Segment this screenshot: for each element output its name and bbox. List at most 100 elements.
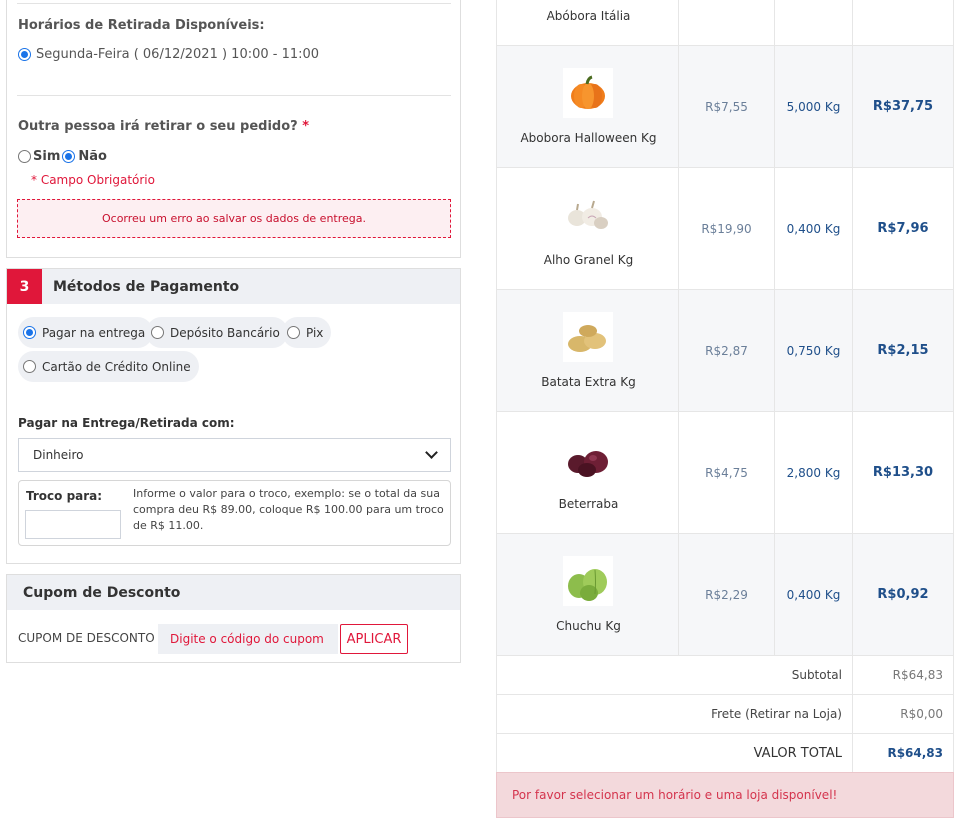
table-row: Abobora Halloween Kg R$7,55 5,000 Kg R$3… bbox=[496, 46, 954, 168]
payment-radio[interactable] bbox=[23, 360, 36, 373]
price-cell: R$7,55 bbox=[679, 46, 775, 167]
pumpkin-icon bbox=[563, 68, 613, 118]
pay-with-value: Dinheiro bbox=[33, 448, 84, 462]
payment-option-label: Pagar na entrega bbox=[42, 325, 146, 340]
payment-option-label: Pix bbox=[306, 325, 324, 340]
quantity: 0,400 Kg bbox=[786, 587, 841, 602]
payment-radio[interactable] bbox=[287, 326, 300, 339]
other-person-question-text: Outra pessoa irá retirar o seu pedido? bbox=[18, 119, 298, 134]
delivery-card: Horários de Retirada Disponíveis: Segund… bbox=[6, 0, 461, 258]
unit-price: R$2,87 bbox=[705, 343, 748, 358]
product-cell: Chuchu Kg bbox=[496, 534, 679, 655]
yes-label: Sim bbox=[33, 149, 61, 164]
product-name: Abobora Halloween Kg bbox=[520, 131, 657, 145]
qty-cell: 0,400 Kg bbox=[775, 534, 853, 655]
coupon-input[interactable]: Digite o código do cupom bbox=[158, 624, 338, 654]
qty-cell: 0,400 Kg bbox=[775, 168, 853, 289]
payment-option-pix[interactable]: Pix bbox=[282, 317, 332, 348]
coupon-card: Cupom de Desconto CUPOM DE DESCONTO Digi… bbox=[6, 574, 461, 663]
required-field-text: Campo Obrigatório bbox=[40, 173, 155, 187]
price-cell: R$19,90 bbox=[679, 168, 775, 289]
qty-cell: 5,000 Kg bbox=[775, 46, 853, 167]
table-row: Abóbora Itália bbox=[496, 0, 954, 46]
required-mark: * bbox=[31, 173, 37, 187]
product-name: Chuchu Kg bbox=[556, 619, 621, 633]
line-total: R$2,15 bbox=[877, 343, 929, 358]
payment-card: 3 Métodos de Pagamento Pagar na entrega … bbox=[6, 268, 461, 564]
total-cell: R$37,75 bbox=[853, 46, 954, 167]
step-number: 3 bbox=[7, 269, 42, 304]
product-cell: Abóbora Itália bbox=[496, 0, 679, 45]
divider bbox=[17, 95, 451, 96]
unit-price: R$19,90 bbox=[701, 221, 752, 236]
quantity: 0,750 Kg bbox=[786, 343, 841, 358]
unit-price: R$4,75 bbox=[705, 465, 748, 480]
payment-header: 3 Métodos de Pagamento bbox=[7, 269, 460, 304]
price-cell bbox=[679, 0, 775, 45]
coupon-label: CUPOM DE DESCONTO bbox=[18, 631, 155, 645]
payment-option-bank-deposit[interactable]: Depósito Bancário bbox=[146, 317, 288, 348]
apply-coupon-button[interactable]: APLICAR bbox=[340, 624, 408, 654]
qty-cell: 2,800 Kg bbox=[775, 412, 853, 533]
product-cell: Abobora Halloween Kg bbox=[496, 46, 679, 167]
potato-icon bbox=[563, 312, 613, 362]
total-cell: R$0,92 bbox=[853, 534, 954, 655]
pickup-radio[interactable] bbox=[18, 48, 31, 61]
table-row: Batata Extra Kg R$2,87 0,750 Kg R$2,15 bbox=[496, 290, 954, 412]
pickup-option-label: Segunda-Feira ( 06/12/2021 ) 10:00 - 11:… bbox=[36, 47, 320, 62]
pay-with-label: Pagar na Entrega/Retirada com: bbox=[18, 416, 235, 430]
subtotal-value: R$64,83 bbox=[853, 656, 954, 694]
payment-radio[interactable] bbox=[23, 326, 36, 339]
pickup-option[interactable]: Segunda-Feira ( 06/12/2021 ) 10:00 - 11:… bbox=[18, 47, 319, 62]
total-cell: R$13,30 bbox=[853, 412, 954, 533]
unit-price: R$2,29 bbox=[705, 587, 748, 602]
coupon-header: Cupom de Desconto bbox=[7, 575, 460, 610]
schedule-alert: Por favor selecionar um horário e uma lo… bbox=[496, 772, 954, 818]
line-total: R$13,30 bbox=[872, 465, 934, 480]
change-label: Troco para: bbox=[26, 489, 103, 503]
no-label: Não bbox=[78, 149, 107, 164]
payment-option-label: Cartão de Crédito Online bbox=[42, 359, 191, 374]
change-input[interactable] bbox=[25, 510, 121, 539]
total-cell: R$2,15 bbox=[853, 290, 954, 411]
payment-option-pay-on-delivery[interactable]: Pagar na entrega bbox=[18, 317, 154, 348]
other-person-question: Outra pessoa irá retirar o seu pedido? * bbox=[18, 119, 309, 134]
pay-with-select[interactable]: Dinheiro bbox=[18, 438, 451, 472]
payment-option-label: Depósito Bancário bbox=[170, 325, 280, 340]
subtotal-row: Subtotal R$64,83 bbox=[496, 656, 954, 695]
beet-icon bbox=[563, 434, 613, 484]
quantity: 2,800 Kg bbox=[786, 465, 841, 480]
table-row: Beterraba R$4,75 2,800 Kg R$13,30 bbox=[496, 412, 954, 534]
product-name: Abóbora Itália bbox=[546, 9, 631, 23]
yes-radio[interactable] bbox=[18, 150, 31, 163]
total-cell bbox=[853, 0, 954, 45]
table-row: Chuchu Kg R$2,29 0,400 Kg R$0,92 bbox=[496, 534, 954, 656]
shipping-row: Frete (Retirar na Loja) R$0,00 bbox=[496, 695, 954, 734]
subtotal-label: Subtotal bbox=[496, 656, 853, 694]
quantity: 5,000 Kg bbox=[786, 99, 841, 114]
product-cell: Batata Extra Kg bbox=[496, 290, 679, 411]
no-radio[interactable] bbox=[62, 150, 76, 163]
change-help-text: Informe o valor para o troco, exemplo: s… bbox=[133, 487, 444, 532]
line-total: R$37,75 bbox=[872, 99, 934, 114]
table-row: Alho Granel Kg R$19,90 0,400 Kg R$7,96 bbox=[496, 168, 954, 290]
payment-option-credit-card[interactable]: Cartão de Crédito Online bbox=[18, 351, 199, 382]
product-name: Batata Extra Kg bbox=[541, 375, 636, 389]
price-cell: R$2,29 bbox=[679, 534, 775, 655]
required-mark: * bbox=[302, 119, 310, 134]
save-error-box: Ocorreu um erro ao salvar os dados de en… bbox=[17, 199, 451, 238]
product-cell: Beterraba bbox=[496, 412, 679, 533]
chevron-down-icon bbox=[425, 446, 438, 459]
payment-radio[interactable] bbox=[151, 326, 164, 339]
line-total: R$0,92 bbox=[877, 587, 929, 602]
price-cell: R$2,87 bbox=[679, 290, 775, 411]
total-label: VALOR TOTAL bbox=[496, 734, 853, 772]
qty-cell bbox=[775, 0, 853, 45]
product-cell: Alho Granel Kg bbox=[496, 168, 679, 289]
pickup-times-label: Horários de Retirada Disponíveis: bbox=[18, 18, 265, 33]
payment-title: Métodos de Pagamento bbox=[53, 278, 240, 295]
other-person-options: Sim Não bbox=[18, 149, 107, 164]
shipping-label: Frete (Retirar na Loja) bbox=[496, 695, 853, 733]
total-row: VALOR TOTAL R$64,83 bbox=[496, 734, 954, 773]
unit-price: R$7,55 bbox=[705, 99, 748, 114]
